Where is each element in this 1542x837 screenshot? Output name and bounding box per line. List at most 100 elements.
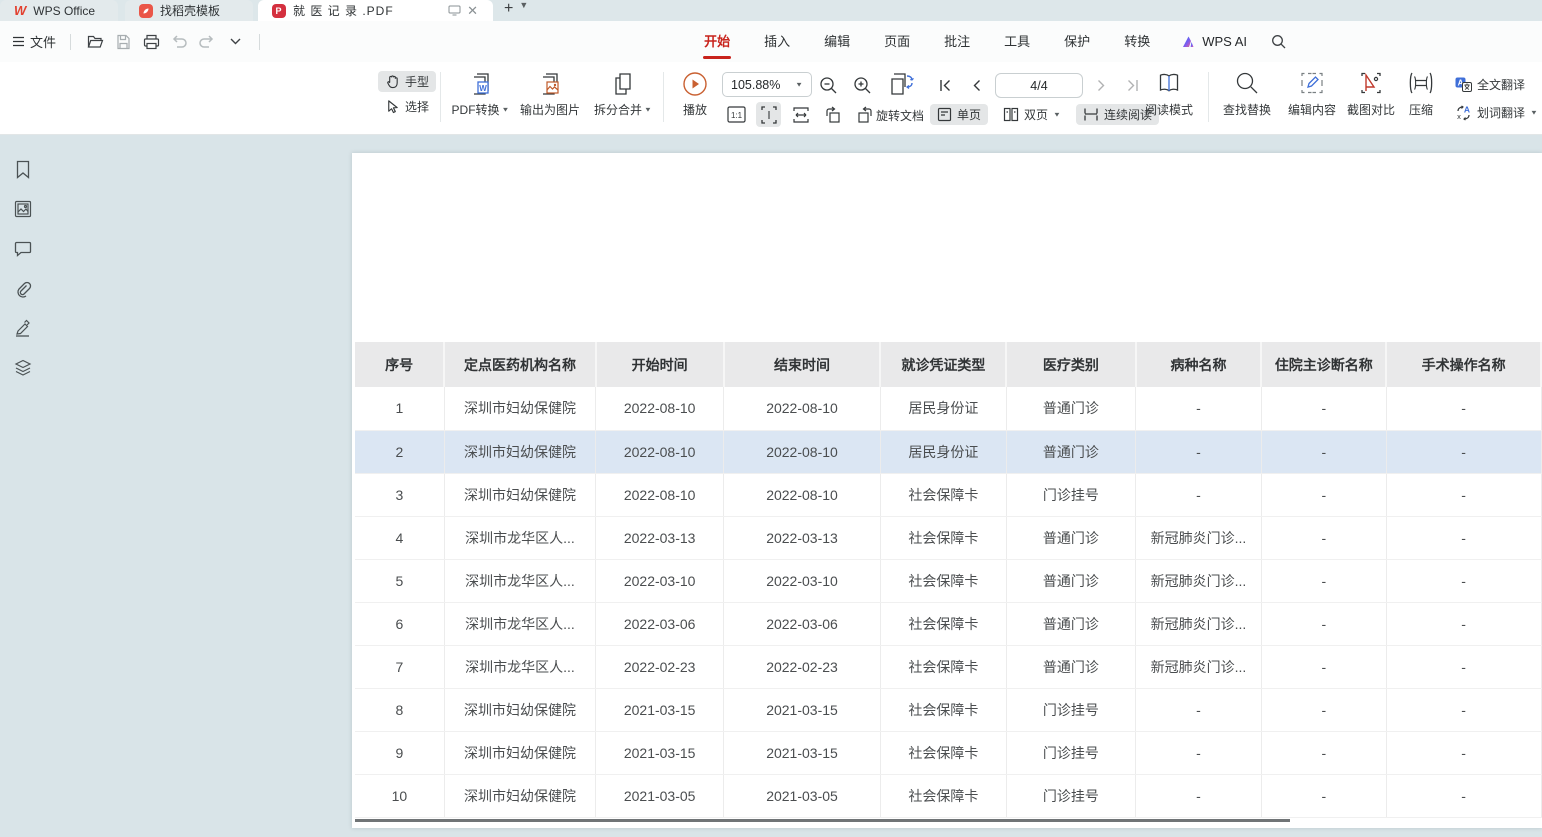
table-cell: -: [1136, 387, 1262, 430]
undo-button[interactable]: [169, 32, 189, 52]
first-page-icon: [939, 79, 952, 92]
screenshot-compare-button[interactable]: 截图对比: [1340, 71, 1402, 118]
menu-tab-page[interactable]: 页面: [867, 23, 927, 61]
table-cell: -: [1386, 387, 1541, 430]
redo-icon: [199, 35, 215, 49]
find-replace-button[interactable]: 查找替换: [1216, 71, 1278, 118]
ribbon-search-button[interactable]: [1261, 34, 1296, 49]
rotate-doc-label[interactable]: 旋转文档: [876, 109, 924, 123]
select-tool-button[interactable]: 选择: [378, 96, 436, 117]
double-page-button[interactable]: 双页 ▼: [996, 104, 1068, 125]
rotate-left-button[interactable]: [820, 102, 845, 127]
next-page-icon: [1096, 79, 1107, 92]
previous-page-button[interactable]: [964, 73, 989, 98]
compress-button[interactable]: 压缩: [1402, 71, 1440, 118]
table-cell: -: [1386, 731, 1541, 774]
file-menu-button[interactable]: 文件: [12, 32, 56, 51]
monitor-icon[interactable]: [448, 5, 461, 16]
split-merge-icon: [611, 71, 635, 97]
thumbnails-panel-button[interactable]: [12, 198, 33, 219]
chevron-down-icon: ▼: [1053, 111, 1061, 118]
tab-wps-home[interactable]: W WPS Office: [0, 0, 118, 21]
page-number-input[interactable]: 4/4: [995, 73, 1083, 98]
hand-tool-button[interactable]: 手型: [378, 71, 436, 92]
svg-text:A: A: [1464, 105, 1470, 115]
document-view[interactable]: 序号定点医药机构名称开始时间结束时间就诊凭证类型医疗类别病种名称住院主诊断名称手…: [45, 135, 1542, 837]
table-cell: -: [1261, 688, 1386, 731]
table-cell: 普通门诊: [1006, 602, 1135, 645]
table-cell: -: [1386, 559, 1541, 602]
wps-ai-button[interactable]: WPS AI: [1167, 34, 1261, 49]
table-cell: 普通门诊: [1006, 645, 1135, 688]
table-body: 1深圳市妇幼保健院2022-08-102022-08-10居民身份证普通门诊--…: [355, 387, 1541, 817]
zoom-in-button[interactable]: [850, 73, 875, 98]
table-cell: 5: [355, 559, 444, 602]
continuous-read-icon: [1083, 107, 1099, 122]
table-cell: -: [1261, 516, 1386, 559]
tab-document-pdf[interactable]: P 就 医 记 录 .PDF ✕: [258, 0, 493, 21]
tab-list-chevron-icon[interactable]: ▼: [519, 0, 534, 21]
menu-tab-home[interactable]: 开始: [687, 23, 747, 61]
pdf-convert-button[interactable]: W PDF转换▼: [448, 71, 513, 118]
annotate-pen-button[interactable]: [12, 317, 33, 338]
menu-tab-tools[interactable]: 工具: [987, 23, 1047, 61]
fit-page-button[interactable]: [756, 102, 781, 127]
actual-size-button[interactable]: 1:1: [724, 102, 749, 127]
table-cell: -: [1136, 731, 1262, 774]
edit-content-label: 编辑内容: [1288, 101, 1336, 118]
menu-bar: 文件: [0, 21, 1542, 62]
fit-width-button[interactable]: [788, 102, 813, 127]
menu-tab-protect[interactable]: 保护: [1047, 23, 1107, 61]
screenshot-compare-label: 截图对比: [1347, 101, 1395, 118]
close-tab-icon[interactable]: ✕: [467, 3, 479, 19]
last-page-button[interactable]: [1120, 73, 1145, 98]
export-image-icon: [538, 71, 562, 97]
new-tab-button[interactable]: +: [498, 0, 519, 21]
zoom-in-icon: [853, 76, 872, 95]
play-button[interactable]: 播放: [675, 71, 715, 118]
split-merge-button[interactable]: 拆分合并▼: [590, 71, 656, 118]
menu-tab-comment[interactable]: 批注: [927, 23, 987, 61]
chevron-down-icon: ▼: [502, 106, 510, 113]
table-cell: 2022-02-23: [596, 645, 724, 688]
chevron-down-icon: ▼: [1530, 109, 1538, 116]
attachments-panel-button[interactable]: [12, 278, 33, 299]
first-page-button[interactable]: [933, 73, 958, 98]
rotate-right-button[interactable]: [852, 102, 877, 127]
table-cell: -: [1386, 516, 1541, 559]
table-row: 3深圳市妇幼保健院2022-08-102022-08-10社会保障卡门诊挂号--…: [355, 473, 1541, 516]
word-translate-button[interactable]: A x 划词翻译 ▼: [1448, 102, 1542, 123]
single-page-button[interactable]: 单页: [930, 104, 988, 125]
comments-panel-button[interactable]: [12, 238, 33, 259]
quick-access-more-chevron-icon[interactable]: [225, 32, 245, 52]
table-cell: 普通门诊: [1006, 430, 1135, 473]
divider: [1208, 72, 1209, 122]
table-cell: 2022-08-10: [724, 430, 881, 473]
export-image-button[interactable]: 输出为图片: [516, 71, 584, 118]
print-button[interactable]: [141, 32, 161, 52]
pdf-file-icon: P: [272, 4, 286, 18]
edit-content-button[interactable]: 编辑内容: [1281, 71, 1343, 118]
tab-docer-templates[interactable]: 找稻壳模板: [125, 0, 253, 21]
menu-tab-insert[interactable]: 插入: [747, 23, 807, 61]
table-cell: -: [1261, 473, 1386, 516]
tab-label: 就 医 记 录 .PDF: [293, 2, 394, 19]
redo-button[interactable]: [197, 32, 217, 52]
layers-panel-button[interactable]: [12, 357, 33, 378]
rotate-doc-preview-button[interactable]: [888, 71, 916, 97]
open-file-button[interactable]: [85, 32, 105, 52]
menu-tab-edit[interactable]: 编辑: [807, 23, 867, 61]
zoom-out-button[interactable]: [816, 73, 841, 98]
pdf-convert-label: PDF转换: [452, 101, 500, 118]
next-page-button[interactable]: [1089, 73, 1114, 98]
table-cell: 7: [355, 645, 444, 688]
ribbon-tabs: 开始 插入 编辑 页面 批注 工具 保护 转换 WPS AI: [687, 23, 1296, 61]
save-button[interactable]: [113, 32, 133, 52]
full-translate-button[interactable]: A 全文翻译: [1448, 74, 1542, 95]
menu-tab-convert[interactable]: 转换: [1107, 23, 1167, 61]
zoom-level-dropdown[interactable]: 105.88% ▼: [722, 72, 812, 97]
read-mode-button[interactable]: 阅读模式: [1143, 71, 1195, 118]
table-cell: -: [1386, 473, 1541, 516]
table-cell: 2022-03-13: [724, 516, 881, 559]
bookmarks-panel-button[interactable]: [12, 159, 33, 180]
